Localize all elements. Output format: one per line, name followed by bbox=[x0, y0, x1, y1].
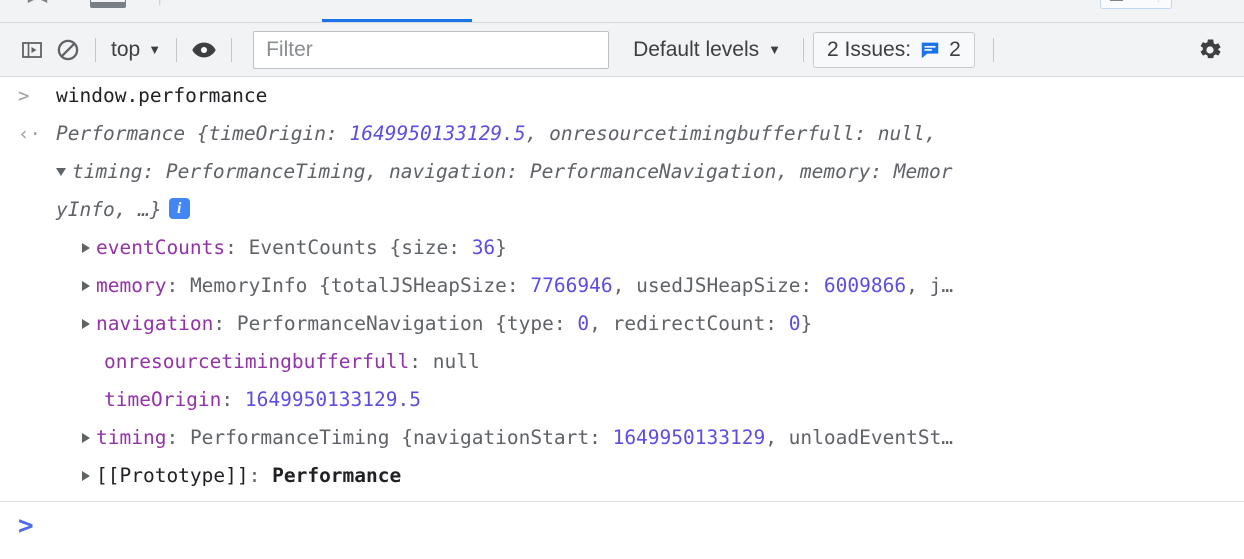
filter-input-wrapper[interactable]: Filter bbox=[253, 30, 610, 69]
property-row-memory[interactable]: memory: MemoryInfo {totalJSHeapSize: 776… bbox=[56, 267, 1244, 305]
property-row-prototype[interactable]: [[Prototype]]: Performance bbox=[56, 457, 1244, 495]
expand-triangle-right-icon[interactable] bbox=[82, 318, 90, 329]
settings-button[interactable] bbox=[1190, 30, 1230, 70]
show-console-sidebar-icon bbox=[22, 41, 42, 58]
partial-inspect-icons: ▶◀ bbox=[28, 0, 47, 3]
toolbar-divider-1 bbox=[95, 37, 96, 62]
result-time-origin-value: 1649950133129.5 bbox=[349, 122, 526, 145]
property-value: null bbox=[432, 350, 480, 373]
property-name: navigation bbox=[96, 312, 214, 335]
issue-message-icon bbox=[921, 42, 939, 58]
property-value: 1649950133129.5 bbox=[244, 388, 421, 411]
console-sidebar-toggle-button[interactable] bbox=[14, 32, 50, 68]
input-gutter-icon: > bbox=[18, 85, 30, 107]
chevron-down-icon: ▼ bbox=[148, 42, 162, 57]
chevron-down-icon: ▼ bbox=[768, 42, 782, 57]
console-prompt-row[interactable]: > bbox=[0, 502, 1244, 550]
property-row-timeorigin[interactable]: timeOrigin: 1649950133129.5 bbox=[56, 381, 1244, 419]
console-command-text: window.performance bbox=[56, 84, 268, 107]
gear-icon bbox=[1200, 39, 1221, 58]
console-output: > window.performance ‹· Performance {tim… bbox=[0, 77, 1244, 550]
property-tail: , unloadEventSt… bbox=[765, 426, 954, 449]
expand-triangle-right-icon[interactable] bbox=[82, 280, 90, 291]
log-levels-selector[interactable]: Default levels ▼ bbox=[633, 38, 781, 62]
property-value-2: 0 bbox=[788, 312, 801, 335]
expand-triangle-right-icon[interactable] bbox=[82, 242, 90, 253]
console-toolbar: top ▼ Filter Default levels ▼ 2 Issues: … bbox=[0, 23, 1244, 77]
console-command-row: > window.performance bbox=[0, 77, 1244, 115]
partial-more-icon[interactable]: ⋮ bbox=[1152, 0, 1165, 3]
property-name: memory bbox=[96, 274, 167, 297]
property-value: 7766946 bbox=[530, 274, 613, 297]
property-value: Performance bbox=[272, 464, 402, 487]
property-separator: : bbox=[248, 464, 273, 487]
prompt-chevron-icon: > bbox=[18, 511, 34, 541]
property-value: 36 bbox=[471, 236, 496, 259]
property-separator: : bbox=[221, 388, 245, 411]
issues-label: 2 Issues: bbox=[827, 37, 912, 61]
property-value: 0 bbox=[577, 312, 590, 335]
property-name: eventCounts bbox=[96, 236, 226, 259]
property-separator: : bbox=[213, 312, 237, 335]
clear-console-button[interactable] bbox=[50, 32, 86, 68]
log-levels-label: Default levels bbox=[633, 37, 760, 61]
toolbar-divider-4 bbox=[803, 37, 805, 62]
property-mid: , usedJSHeapSize: bbox=[612, 274, 824, 297]
expand-triangle-right-icon[interactable] bbox=[82, 470, 90, 481]
clear-console-icon bbox=[57, 39, 79, 60]
property-value: 1649950133129 bbox=[612, 426, 766, 449]
property-type: PerformanceTiming {navigationStart: bbox=[189, 426, 613, 449]
property-mid: , redirectCount: bbox=[589, 312, 789, 335]
execution-context-label: top bbox=[111, 37, 141, 61]
property-name: timing bbox=[96, 426, 167, 449]
issues-count: 2 bbox=[949, 37, 961, 61]
property-type: EventCounts {size: bbox=[248, 236, 472, 259]
result-preview-line-2[interactable]: timing: PerformanceTiming, navigation: P… bbox=[56, 153, 1244, 191]
output-gutter-icon: ‹· bbox=[18, 123, 41, 145]
property-separator: : bbox=[409, 350, 433, 373]
property-name: [[Prototype]] bbox=[96, 464, 249, 487]
property-type: PerformanceNavigation {type: bbox=[236, 312, 578, 335]
partial-close-icon[interactable]: ✕ bbox=[1196, 0, 1207, 3]
property-separator: : bbox=[225, 236, 249, 259]
devtools-tabstrip[interactable]: ▶◀ | ▬ ⋮ ✕ bbox=[0, 0, 1244, 23]
property-row-onresourcetimingbufferfull[interactable]: onresourcetimingbufferfull: null bbox=[56, 343, 1244, 381]
property-value-2: 6009866 bbox=[823, 274, 907, 297]
partial-separator: | bbox=[158, 0, 161, 5]
expand-triangle-down-icon[interactable] bbox=[56, 167, 66, 176]
result-preview-line-1[interactable]: Performance {timeOrigin: 1649950133129.5… bbox=[56, 115, 1244, 153]
eye-icon bbox=[192, 42, 216, 57]
execution-context-selector[interactable]: top ▼ bbox=[105, 38, 167, 62]
property-tail: , j… bbox=[906, 274, 954, 297]
toolbar-divider-2 bbox=[176, 37, 178, 62]
property-name: timeOrigin bbox=[104, 388, 222, 411]
property-row-eventcounts[interactable]: eventCounts: EventCounts {size: 36} bbox=[56, 229, 1244, 267]
result-line3-text: yInfo, …} bbox=[56, 198, 162, 221]
info-icon[interactable]: i bbox=[168, 198, 190, 219]
partial-overflow-dot-icon[interactable]: ▬ bbox=[1110, 0, 1123, 3]
property-tail: } bbox=[495, 236, 507, 259]
property-tail: } bbox=[800, 312, 813, 335]
property-row-navigation[interactable]: navigation: PerformanceNavigation {type:… bbox=[56, 305, 1244, 343]
filter-input[interactable]: Filter bbox=[266, 38, 313, 62]
property-name: onresourcetimingbufferfull bbox=[104, 350, 410, 373]
active-tab-underline bbox=[322, 19, 472, 22]
result-class-prefix: Performance {timeOrigin: bbox=[56, 122, 350, 145]
property-separator: : bbox=[166, 274, 190, 297]
live-expression-button[interactable] bbox=[186, 32, 222, 68]
toolbar-divider-3 bbox=[231, 37, 233, 62]
console-result-row: ‹· Performance {timeOrigin: 164995013312… bbox=[0, 115, 1244, 495]
partial-device-toolbar-icon[interactable] bbox=[90, 0, 126, 8]
result-line1-suffix: , onresourcetimingbufferfull: null, bbox=[525, 122, 937, 145]
expand-triangle-right-icon[interactable] bbox=[82, 432, 90, 443]
issues-button[interactable]: 2 Issues: 2 bbox=[813, 31, 975, 68]
result-line2-text: timing: PerformanceTiming, navigation: P… bbox=[72, 160, 953, 183]
property-separator: : bbox=[166, 426, 190, 449]
property-type: MemoryInfo {totalJSHeapSize: bbox=[189, 274, 531, 297]
toolbar-divider-5 bbox=[992, 37, 994, 62]
result-preview-line-3[interactable]: yInfo, …} i bbox=[56, 191, 1244, 229]
property-row-timing[interactable]: timing: PerformanceTiming {navigationSta… bbox=[56, 419, 1244, 457]
